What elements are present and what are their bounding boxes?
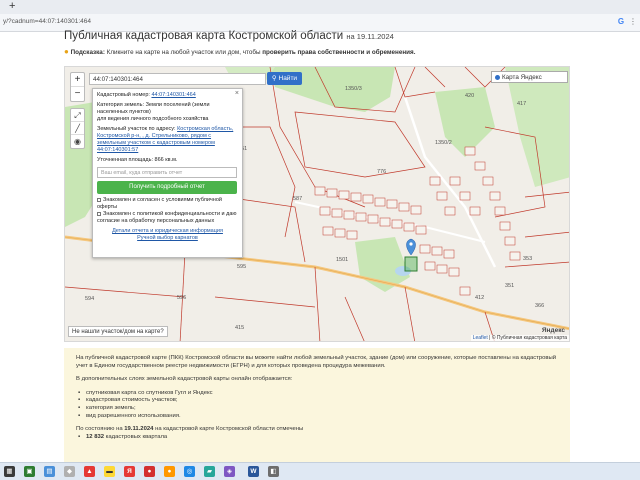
page-title-date: на 19.11.2024 [346,32,394,41]
app-icon[interactable]: ▤ [44,466,55,477]
plot-label: 415 [235,325,244,331]
plot-label: 417 [517,101,526,107]
list-item: спутниковая карта со спутников Гугл и Ян… [76,390,558,398]
attribution-text: | © Публичная кадастровая карта [489,335,567,341]
stat-value: 12 832 [86,433,105,440]
stats-suffix: на кадастровой карте Костромской области… [155,426,304,433]
folder-icon[interactable]: ▬ [104,466,115,477]
zoom-in-button[interactable]: + [71,73,84,87]
app-icon[interactable]: ◈ [224,466,235,477]
more-menu-icon[interactable]: ⋮ [629,17,637,26]
offer-consent-text: Знакомлен и согласен с условиями публичн… [97,197,222,210]
plot-label: 353 [523,256,532,262]
app-icon[interactable]: ▣ [24,466,35,477]
plot-label: 420 [465,93,474,99]
page-title-text: Публичная кадастровая карта Костромской … [64,30,344,42]
not-found-link[interactable]: Не нашли участок/дом на карте? [68,326,168,337]
description-layers-heading: В дополнительных слоях земельной кадастр… [76,376,293,383]
plot-label: 776 [377,169,386,175]
locate-icon[interactable]: ◉ [71,135,84,148]
app-icon[interactable]: ▦ [4,466,15,477]
list-item: вид разрешенного использования. [76,413,558,421]
cadnum-search-input[interactable]: 44:07:140301:464 [89,73,266,85]
app-icon[interactable]: ▲ [84,466,95,477]
map-layer-select[interactable]: Карта Яндекс [491,71,568,83]
app-icon[interactable]: ● [164,466,175,477]
cadastral-map[interactable]: 598 1351 587 776 417 420 1350/3 1350/2 5… [64,66,570,342]
hint-label: Подсказка: [70,49,105,56]
plot-label: 1350/3 [345,86,362,92]
cad-label: Кадастровый номер: [97,92,150,98]
zoom-out-button[interactable]: − [71,87,84,101]
hint-text: Кликните на карте на любой участок или д… [106,49,261,56]
plot-label: 351 [505,283,514,289]
fullscreen-icon[interactable]: ⤢ [71,109,84,122]
yandex-logo: Яндекс [541,327,565,334]
search-button[interactable]: ⚲ Найти [267,72,302,85]
layers-list: спутниковая карта со спутников Гугл и Ян… [76,390,558,420]
stat-label: кадастровых квартала [105,433,168,440]
area-value: 866 кв.м. [154,157,178,163]
map-layer-label: Карта Яндекс [502,74,542,81]
lightbulb-icon: ● [64,47,69,56]
leaflet-link[interactable]: Leaflet [473,335,488,341]
selected-parcel[interactable] [404,256,418,272]
usage-value: для ведения личного подсобного хозяйства [97,116,209,122]
manual-select-link[interactable]: Ручной выбор карнатов [137,235,198,241]
close-icon[interactable]: × [235,90,239,97]
order-report-button[interactable]: Получить подробный отчет [97,181,237,194]
radio-selected-icon [495,74,500,80]
plot-label: 594 [85,296,94,302]
app-icon[interactable]: ◧ [268,466,279,477]
stats-heading: По состоянию на 19.11.2024 на кадастрово… [76,426,558,434]
details-link[interactable]: Детали отчета и юридическая информация [112,228,223,234]
zoom-control: + − [70,72,85,102]
address-label: Земельный участок по адресу: [97,126,176,132]
privacy-consent-text: Знакомлен с политикой конфиденциальности… [97,211,237,224]
plot-label: 1350/2 [435,140,452,146]
area-label: Уточненная площадь: [97,157,153,163]
chrome-icon[interactable]: ◎ [184,466,195,477]
hint-line: ● Подсказка: Кликните на карте на любой … [64,47,415,56]
hint-bold: проверить права собственности и обремене… [262,49,416,56]
page-title: Публичная кадастровая карта Костромской … [64,30,394,42]
browser-tab-bar: + [0,0,640,14]
search-button-label: Найти [278,75,298,82]
app-icon[interactable]: ◆ [64,466,75,477]
list-item: 12 832 кадастровых квартала [76,434,558,442]
app-icon[interactable]: ▰ [204,466,215,477]
search-icon: ⚲ [271,75,277,82]
google-icon[interactable]: G [616,17,626,27]
offer-checkbox[interactable] [97,197,101,202]
measure-icon[interactable]: ╱ [71,122,84,135]
stats-list: 12 832 кадастровых квартала [76,434,558,442]
list-item: кадастровая стоимость участков; [76,397,558,405]
word-icon[interactable]: W [248,466,259,477]
yandex-browser-icon[interactable]: Я [124,466,135,477]
description-intro: На публичной кадастровой карте (ПКК) Кос… [76,355,557,369]
taskbar: ▦ ▣ ▤ ◆ ▲ ▬ Я ● ● ◎ ▰ ◈ W ◧ [0,462,640,480]
plot-label: 595 [237,264,246,270]
plot-label: 1501 [336,257,348,263]
category-label: Категория земель: [97,102,145,108]
map-tools: ⤢ ╱ ◉ [70,108,85,149]
stats-date: 19.11.2024 [124,426,154,433]
parcel-info-popup: × Кадастровый номер: 44:07:140301:464 Ка… [92,88,243,258]
new-tab-button[interactable]: + [9,1,15,12]
plot-label: 587 [293,196,302,202]
list-item: категория земель; [76,405,558,413]
plot-label: 366 [535,303,544,309]
plot-label: 412 [475,295,484,301]
description-panel: На публичной кадастровой карте (ПКК) Кос… [64,348,570,480]
url-text[interactable]: y/?cadnum=44:07:140301:464 [3,18,91,25]
privacy-checkbox[interactable] [97,211,101,216]
cad-number-link[interactable]: 44:07:140301:464 [151,92,195,98]
stats-prefix: По состоянию на [76,426,123,433]
email-field[interactable]: Ваш email, куда отправить отчет [97,167,237,178]
app-icon[interactable]: ● [144,466,155,477]
map-attribution: Leaflet | © Публичная кадастровая карта [470,335,569,341]
plot-label: 596 [177,295,186,301]
